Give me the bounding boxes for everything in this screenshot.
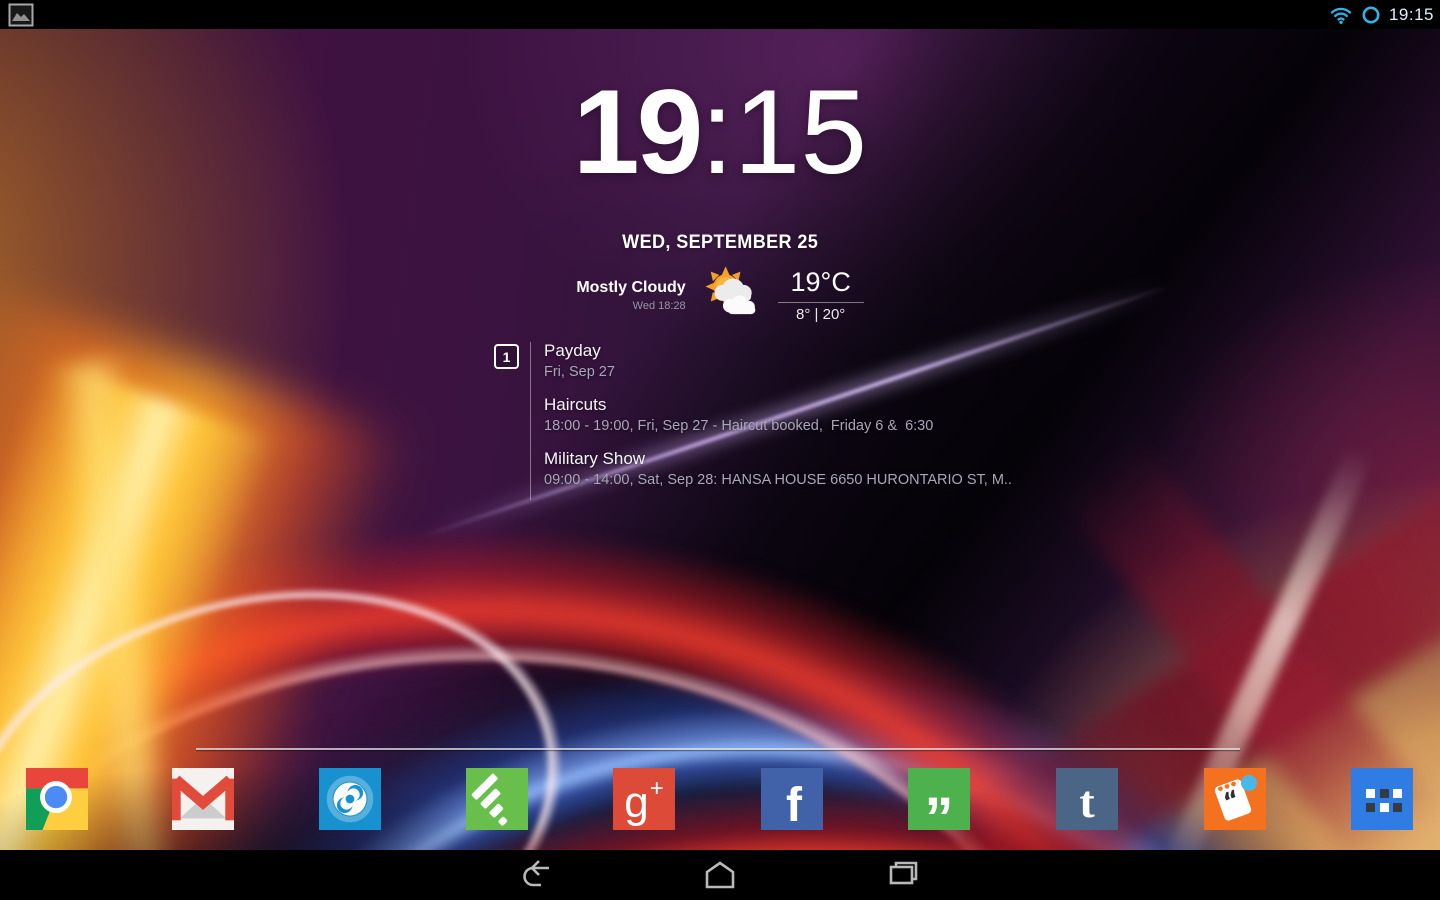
calendar-event[interactable]: Payday Fri, Sep 27	[544, 340, 1012, 382]
gmail-icon	[172, 768, 234, 830]
clock-minutes: :15	[700, 65, 867, 199]
dock-icon-chrome[interactable]	[26, 768, 88, 830]
battery-circle-icon	[1361, 5, 1381, 25]
dock-icon-feedly[interactable]	[466, 768, 528, 830]
home-icon	[702, 857, 738, 893]
calendar-event[interactable]: Military Show 09:00 - 14:00, Sat, Sep 28…	[544, 448, 1012, 490]
recents-icon	[885, 857, 921, 893]
feedly-icon	[466, 768, 528, 830]
back-button[interactable]	[519, 857, 555, 893]
dock-divider	[196, 748, 1240, 750]
weather-widget[interactable]: Mostly Cloudy Wed 18:28 19°C	[0, 261, 1440, 329]
dock-icon-gmail[interactable]	[172, 768, 234, 830]
navigation-bar	[0, 850, 1440, 900]
google-plus-g-glyph: g	[624, 778, 648, 828]
recents-button[interactable]	[885, 857, 921, 893]
event-title: Payday	[544, 340, 1012, 361]
dock-icon-facebook[interactable]: f	[761, 768, 823, 830]
android-home-screen: 19:15 19:15 WED, SEPTEMBER 25 Mostly Clo…	[0, 0, 1440, 900]
wifi-icon	[1329, 5, 1353, 25]
dock-icon-google-plus[interactable]: g +	[613, 768, 675, 830]
sun-behind-clouds-icon	[698, 261, 766, 329]
event-title: Haircuts	[544, 394, 1012, 415]
status-bar-clock: 19:15	[1389, 5, 1434, 25]
dock-icon-browser-swirl[interactable]	[319, 768, 381, 830]
weather-low-high: 8° | 20°	[778, 306, 864, 323]
weather-divider	[778, 302, 864, 303]
status-bar[interactable]: 19:15	[0, 0, 1440, 29]
event-details: Fri, Sep 27	[544, 362, 1012, 382]
event-details: 18:00 - 19:00, Fri, Sep 27 - Haircut boo…	[544, 416, 1012, 436]
tumblr-t-glyph: t	[1079, 775, 1094, 828]
hangouts-quotes-glyph: ”	[925, 785, 954, 852]
date-label: WED, SEPTEMBER 25	[0, 232, 1440, 254]
event-details: 09:00 - 14:00, Sat, Sep 28: HANSA HOUSE …	[544, 470, 1012, 490]
weather-condition: Mostly Cloudy	[576, 279, 685, 297]
dock-icon-app-drawer[interactable]	[1351, 768, 1413, 830]
calendar-divider	[530, 342, 531, 500]
notes-blue-dot	[1241, 775, 1257, 791]
calendar-event[interactable]: Haircuts 18:00 - 19:00, Fri, Sep 27 - Ha…	[544, 394, 1012, 436]
clock-hours: 19	[573, 65, 700, 199]
weather-updated: Wed 18:28	[576, 300, 685, 312]
calendar-icon: 1	[494, 344, 519, 369]
home-button[interactable]	[702, 857, 738, 893]
google-plus-plus-glyph: +	[650, 775, 664, 803]
app-drawer-grid	[1366, 789, 1402, 812]
dock-icon-hangouts[interactable]: ”	[908, 768, 970, 830]
clock-widget[interactable]: 19:15	[0, 72, 1440, 192]
notes-quote-glyph: “	[1220, 785, 1244, 817]
event-title: Military Show	[544, 448, 1012, 469]
screenshot-image-icon	[8, 3, 34, 27]
calendar-widget[interactable]: 1 Payday Fri, Sep 27 Haircuts 18:00 - 19…	[494, 340, 1174, 502]
facebook-f-glyph: f	[786, 778, 802, 833]
back-icon	[519, 857, 555, 893]
dock-icon-tumblr[interactable]: t	[1056, 768, 1118, 830]
chrome-icon	[26, 768, 88, 830]
weather-temperature: 19°C	[778, 267, 864, 298]
browser-swirl-icon	[319, 768, 381, 830]
dock-icon-notes[interactable]: “	[1204, 768, 1266, 830]
